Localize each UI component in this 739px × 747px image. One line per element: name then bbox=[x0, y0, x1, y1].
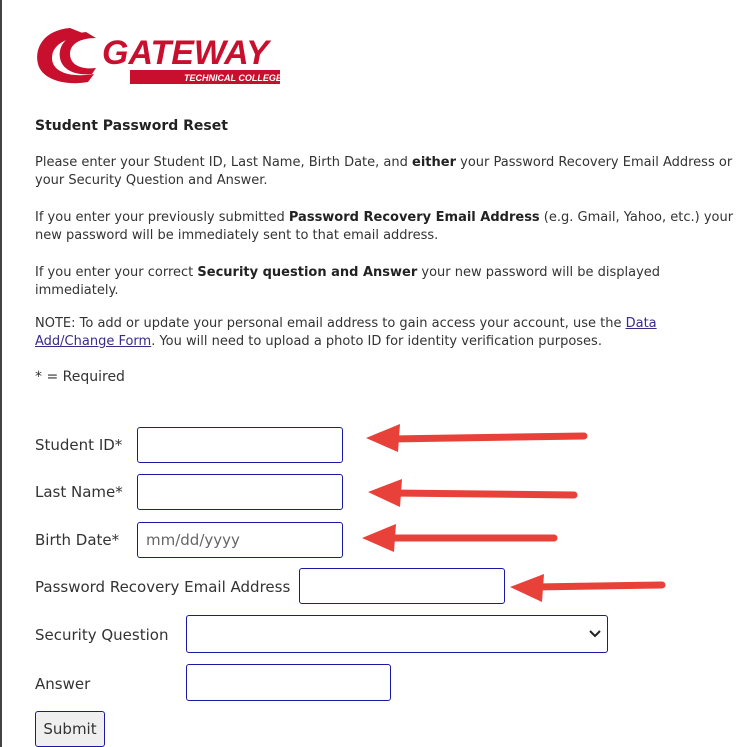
logo-brand: GATEWAY bbox=[102, 34, 272, 72]
required-note: * = Required bbox=[35, 369, 125, 385]
note-paragraph: NOTE: To add or update your personal ema… bbox=[35, 316, 657, 349]
recovery-email-input[interactable] bbox=[299, 568, 505, 604]
birth-date-input[interactable] bbox=[137, 522, 343, 558]
arrow-left-icon bbox=[368, 479, 578, 507]
birth-date-label: Birth Date* bbox=[35, 531, 120, 549]
student-id-label: Student ID* bbox=[35, 436, 123, 454]
gateway-logo: GATEWAY TECHNICAL COLLEGE bbox=[30, 20, 292, 92]
student-id-input[interactable] bbox=[137, 427, 343, 463]
answer-label: Answer bbox=[35, 675, 91, 693]
page-left-border bbox=[0, 0, 2, 747]
submit-button[interactable]: Submit bbox=[35, 711, 105, 747]
intro-paragraph-1: Please enter your Student ID, Last Name,… bbox=[35, 155, 733, 188]
answer-input[interactable] bbox=[186, 664, 391, 701]
arrow-left-icon bbox=[362, 524, 558, 552]
page-title: Student Password Reset bbox=[35, 118, 228, 134]
email-label: Password Recovery Email Address bbox=[35, 578, 291, 596]
security-question-select[interactable] bbox=[186, 615, 608, 653]
chevron-down-icon bbox=[589, 627, 601, 642]
intro-paragraph-2: If you enter your previously submitted P… bbox=[35, 210, 734, 243]
arrow-left-icon bbox=[366, 424, 588, 452]
intro-paragraph-3: If you enter your correct Security quest… bbox=[35, 265, 661, 298]
last-name-input[interactable] bbox=[137, 474, 343, 510]
logo-subtitle: TECHNICAL COLLEGE bbox=[184, 73, 283, 83]
security-question-label: Security Question bbox=[35, 626, 169, 644]
last-name-label: Last Name* bbox=[35, 483, 123, 501]
arrow-left-icon bbox=[510, 574, 666, 602]
